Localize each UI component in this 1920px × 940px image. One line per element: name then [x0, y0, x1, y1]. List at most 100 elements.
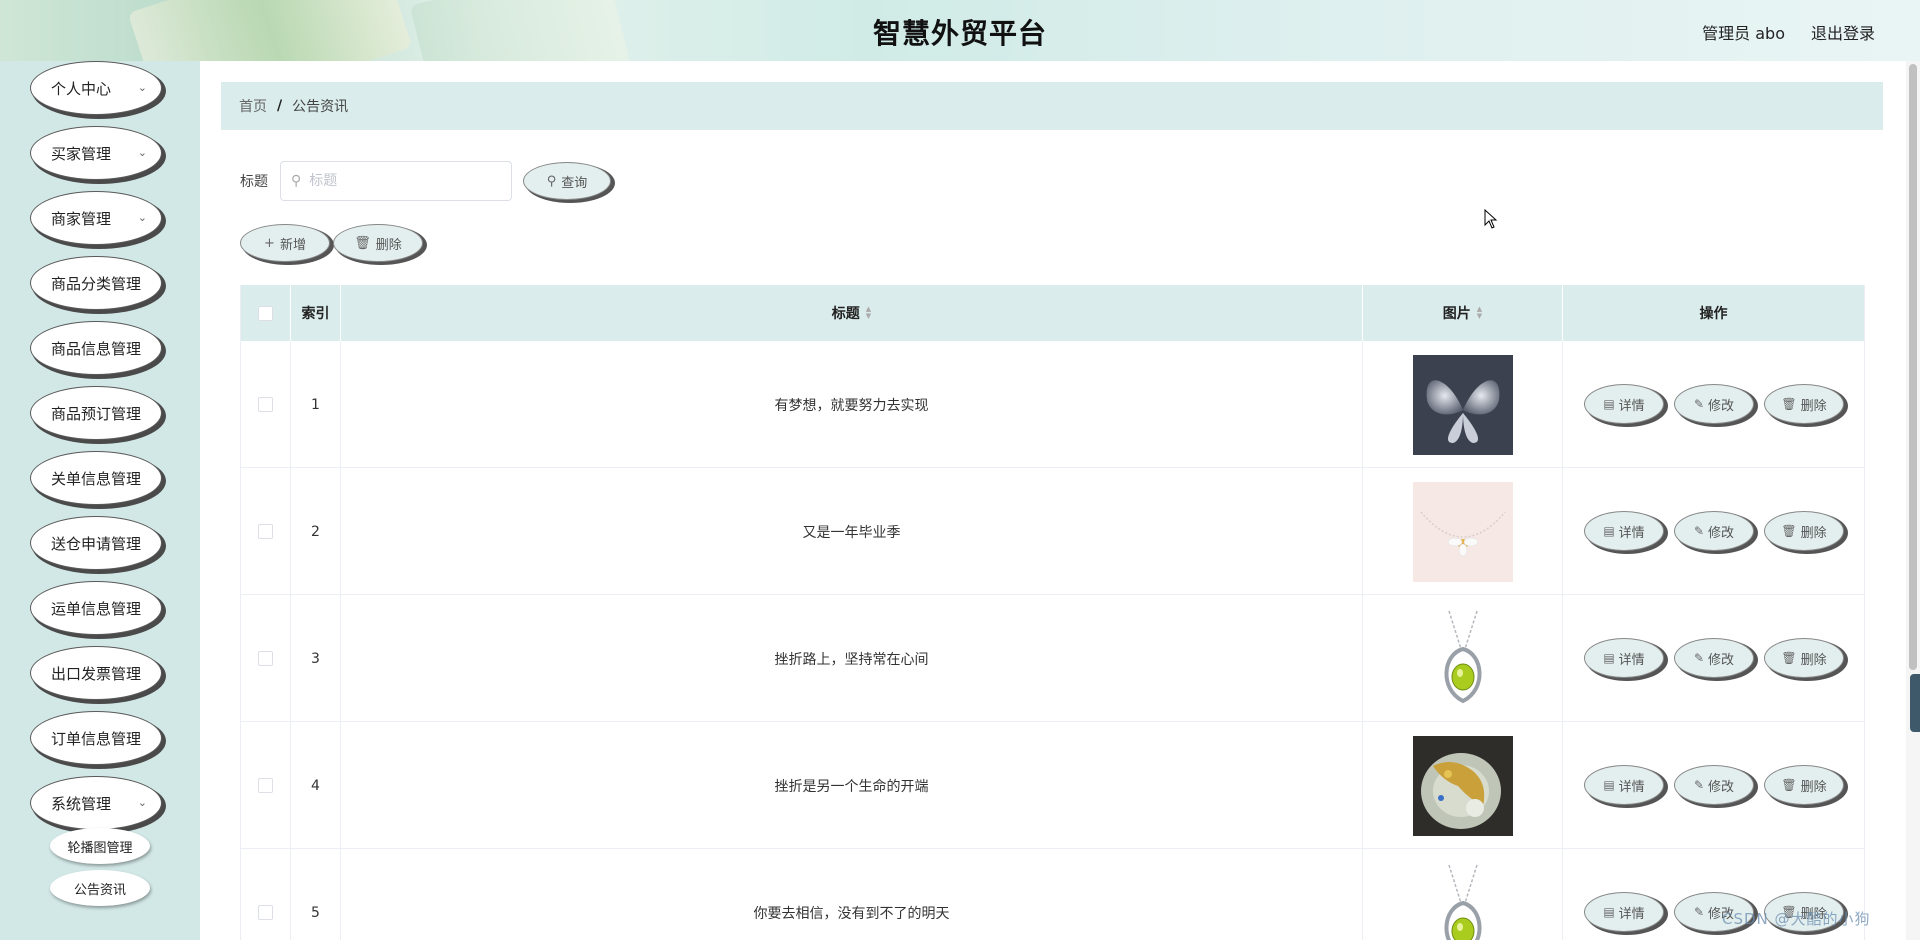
sidebar-item-label: 出口发票管理 — [51, 664, 142, 683]
batch-delete-button[interactable]: 🗑 删除 — [333, 224, 423, 262]
sidebar-item-warehouse-management[interactable]: 送仓申请管理 — [30, 516, 162, 570]
row-checkbox[interactable] — [258, 651, 273, 666]
butterfly-brooch-image — [1412, 354, 1513, 455]
header-image[interactable]: 图片 ▲ ▼ — [1363, 285, 1563, 341]
sidebar-item-product-management[interactable]: 商品信息管理 — [30, 321, 162, 375]
delete-button[interactable]: 🗑 删除 — [1764, 765, 1844, 805]
header-image-label: 图片 — [1442, 306, 1471, 322]
edit-button[interactable]: ✎ 修改 — [1674, 384, 1754, 424]
edit-button[interactable]: ✎ 修改 — [1674, 765, 1754, 805]
delete-button[interactable]: 🗑 删除 — [1764, 384, 1844, 424]
delete-button-label: 删除 — [375, 237, 402, 253]
peridot-pendant-image — [1412, 862, 1513, 940]
breadcrumb-home[interactable]: 首页 — [239, 96, 267, 116]
edit-button[interactable]: ✎ 修改 — [1674, 511, 1754, 551]
detail-button[interactable]: ▤ 详情 — [1584, 511, 1664, 551]
table-row: 4 挫折是另一个生命的开端 ▤ 详情 ✎ 修改 🗑 删除 — [241, 722, 1864, 849]
trash-icon: 🗑 — [1781, 397, 1797, 411]
watermark: CSDN @大酷的小狗 — [1722, 910, 1871, 928]
jade-ornament-image — [1412, 735, 1513, 836]
row-image-cell — [1363, 468, 1563, 595]
sidebar-item-label: 商品信息管理 — [51, 339, 142, 358]
sidebar-item-label: 商品预订管理 — [51, 404, 142, 423]
scrollbar-thumb[interactable] — [1909, 64, 1917, 670]
chevron-down-icon: ⌄ — [137, 796, 147, 809]
delete-button[interactable]: 🗑 删除 — [1764, 511, 1844, 551]
select-all-checkbox[interactable] — [258, 305, 273, 321]
search-icon: ⚲ — [291, 173, 302, 189]
sidebar-item-category-management[interactable]: 商品分类管理 — [30, 256, 162, 310]
row-checkbox[interactable] — [258, 397, 273, 412]
sidebar-item-label: 商家管理 — [51, 209, 112, 228]
table-row: 2 又是一年毕业季 ▤ 详情 ✎ 修改 🗑 删除 — [241, 468, 1864, 595]
edit-label: 修改 — [1708, 779, 1735, 795]
document-icon: ▤ — [1603, 905, 1615, 919]
edit-label: 修改 — [1708, 652, 1735, 668]
app-header: 智慧外贸平台 管理员 abo 退出登录 — [0, 0, 1920, 61]
row-index: 3 — [291, 595, 341, 722]
detail-label: 详情 — [1618, 398, 1645, 414]
row-checkbox[interactable] — [258, 905, 273, 920]
detail-button[interactable]: ▤ 详情 — [1584, 765, 1664, 805]
detail-label: 详情 — [1618, 906, 1645, 922]
sidebar-subitem-announcements[interactable]: 公告资讯 — [50, 870, 150, 906]
sidebar-item-waybill-management[interactable]: 运单信息管理 — [30, 581, 162, 635]
add-button[interactable]: + 新增 — [240, 224, 330, 262]
row-index: 1 — [291, 341, 341, 468]
delete-button[interactable]: 🗑 删除 — [1764, 638, 1844, 678]
detail-button[interactable]: ▤ 详情 — [1584, 384, 1664, 424]
row-checkbox[interactable] — [258, 778, 273, 793]
sidebar-item-customs-management[interactable]: 关单信息管理 — [30, 451, 162, 505]
sidebar-item-personal-center[interactable]: 个人中心 ⌄ — [30, 61, 162, 115]
pencil-icon: ✎ — [1693, 397, 1705, 411]
document-icon: ▤ — [1603, 778, 1615, 792]
document-icon: ▤ — [1603, 524, 1615, 538]
header-select-all-cell — [241, 285, 291, 341]
edit-label: 修改 — [1708, 525, 1735, 541]
detail-button[interactable]: ▤ 详情 — [1584, 892, 1664, 932]
sidebar-item-invoice-management[interactable]: 出口发票管理 — [30, 646, 162, 700]
search-input[interactable] — [307, 172, 492, 190]
table-row: 1 有梦想，就要努力去实现 ▤ 详情 ✎ 修改 🗑 删除 — [241, 341, 1864, 468]
table-header: 索引 标题 ▲ ▼ 图片 ▲ ▼ 操作 — [241, 285, 1864, 341]
sidebar-item-label: 订单信息管理 — [51, 729, 142, 748]
trash-icon: 🗑 — [1781, 524, 1797, 538]
logout-link[interactable]: 退出登录 — [1811, 20, 1875, 44]
table-row: 3 挫折路上，坚持常在心间 ▤ 详情 ✎ 修改 🗑 删除 — [241, 595, 1864, 722]
row-image-cell — [1363, 341, 1563, 468]
row-ops-cell: ▤ 详情 ✎ 修改 🗑 删除 — [1563, 468, 1864, 595]
sidebar-item-system-management[interactable]: 系统管理 ⌄ — [30, 776, 162, 830]
delete-label: 删除 — [1800, 779, 1827, 795]
sidebar-item-label: 运单信息管理 — [51, 599, 142, 618]
sidebar-item-order-management[interactable]: 订单信息管理 — [30, 711, 162, 765]
edit-button[interactable]: ✎ 修改 — [1674, 638, 1754, 678]
row-select-cell — [241, 468, 291, 595]
sidebar-item-booking-management[interactable]: 商品预订管理 — [30, 386, 162, 440]
sidebar-item-label: 买家管理 — [51, 144, 112, 163]
header-title[interactable]: 标题 ▲ ▼ — [341, 285, 1363, 341]
sidebar-subitem-carousel[interactable]: 轮播图管理 — [50, 828, 150, 864]
flower-necklace-image — [1412, 481, 1513, 582]
announcement-table: 索引 标题 ▲ ▼ 图片 ▲ ▼ 操作 1 有梦想，就要努力去实现 ▤ 详情 ✎… — [240, 285, 1865, 940]
detail-label: 详情 — [1618, 779, 1645, 795]
add-button-label: 新增 — [279, 237, 306, 253]
query-button[interactable]: ⚲ 查询 — [523, 162, 611, 200]
pencil-icon: ✎ — [1693, 524, 1705, 538]
breadcrumb-separator: / — [277, 98, 283, 114]
sidebar-item-buyer-management[interactable]: 买家管理 ⌄ — [30, 126, 162, 180]
sidebar-item-label: 商品分类管理 — [51, 274, 142, 293]
row-title: 有梦想，就要努力去实现 — [341, 341, 1363, 468]
delete-label: 删除 — [1800, 525, 1827, 541]
detail-button[interactable]: ▤ 详情 — [1584, 638, 1664, 678]
query-button-label: 查询 — [561, 175, 588, 191]
search-icon: ⚲ — [546, 173, 557, 189]
sidebar-item-label: 个人中心 — [51, 79, 112, 98]
pencil-icon: ✎ — [1693, 905, 1705, 919]
pencil-icon: ✎ — [1693, 651, 1705, 665]
sidebar-item-merchant-management[interactable]: 商家管理 ⌄ — [30, 191, 162, 245]
row-title: 挫折路上，坚持常在心间 — [341, 595, 1363, 722]
mouse-cursor-icon — [1484, 209, 1498, 229]
side-panel-tab[interactable] — [1910, 674, 1920, 732]
row-checkbox[interactable] — [258, 524, 273, 539]
chevron-down-icon: ⌄ — [137, 81, 147, 94]
